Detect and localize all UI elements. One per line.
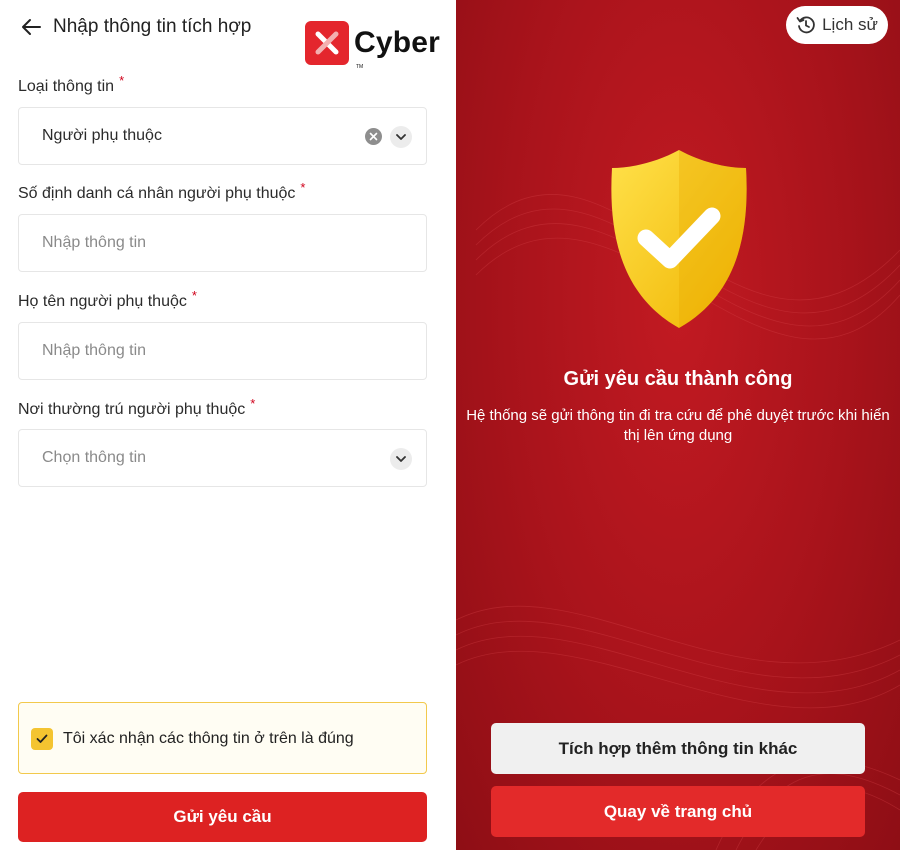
back-button[interactable] bbox=[18, 14, 44, 40]
arrow-left-icon bbox=[22, 19, 41, 35]
field-label-info-type: Loại thông tin * bbox=[18, 73, 125, 95]
logo-trademark: TM bbox=[356, 64, 364, 70]
success-title: Gửi yêu cầu thành công bbox=[563, 368, 793, 390]
dependent-id-input[interactable]: Nhập thông tin bbox=[18, 214, 427, 272]
required-mark: * bbox=[300, 180, 306, 195]
page-title: Nhập thông tin tích hợp bbox=[53, 16, 252, 37]
required-mark: * bbox=[191, 288, 197, 303]
residence-placeholder: Chọn thông tin bbox=[42, 449, 147, 466]
required-mark: * bbox=[119, 73, 125, 88]
chevron-down-icon[interactable] bbox=[390, 448, 412, 470]
confirm-label: Tôi xác nhận các thông tin ở trên là đún… bbox=[63, 730, 354, 747]
check-icon bbox=[36, 734, 48, 743]
info-type-select[interactable]: Người phụ thuộc bbox=[18, 107, 427, 165]
field-label-dependent-name: Họ tên người phụ thuộc * bbox=[18, 288, 197, 310]
success-panel: Lịch sử Gửi yêu cầu thành công Hệ thống … bbox=[456, 0, 900, 850]
info-type-value: Người phụ thuộc bbox=[42, 127, 162, 144]
back-home-button[interactable]: Quay về trang chủ bbox=[491, 786, 865, 837]
residence-select[interactable]: Chọn thông tin bbox=[18, 429, 427, 487]
submit-button[interactable]: Gửi yêu cầu bbox=[18, 792, 427, 842]
chevron-down-icon[interactable] bbox=[390, 126, 412, 148]
cyber-logo: Cyber TM bbox=[305, 21, 441, 70]
clear-icon[interactable] bbox=[365, 128, 382, 145]
confirm-box: Tôi xác nhận các thông tin ở trên là đún… bbox=[18, 702, 427, 774]
dependent-name-placeholder: Nhập thông tin bbox=[42, 342, 147, 359]
field-label-residence: Nơi thường trú người phụ thuộc * bbox=[18, 396, 256, 418]
dependent-name-input[interactable]: Nhập thông tin bbox=[18, 322, 427, 380]
logo-text: Cyber bbox=[354, 26, 441, 59]
header: Nhập thông tin tích hợp Cyber TM bbox=[0, 0, 456, 70]
field-label-dependent-id: Số định danh cá nhân người phụ thuộc * bbox=[18, 180, 306, 202]
integrate-more-button[interactable]: Tích hợp thêm thông tin khác bbox=[491, 723, 865, 774]
history-label: Lịch sử bbox=[822, 15, 878, 34]
confirm-checkbox[interactable] bbox=[31, 728, 53, 750]
form-panel: Nhập thông tin tích hợp Cyber TM Loại th… bbox=[0, 0, 456, 850]
history-button[interactable]: Lịch sử bbox=[786, 6, 888, 44]
dependent-id-placeholder: Nhập thông tin bbox=[42, 234, 147, 251]
required-mark: * bbox=[250, 396, 256, 411]
shield-check-icon bbox=[611, 150, 747, 328]
logo-mark-icon bbox=[305, 21, 349, 65]
history-icon bbox=[796, 16, 815, 34]
success-description: Hệ thống sẽ gửi thông tin đi tra cứu để … bbox=[466, 407, 890, 444]
